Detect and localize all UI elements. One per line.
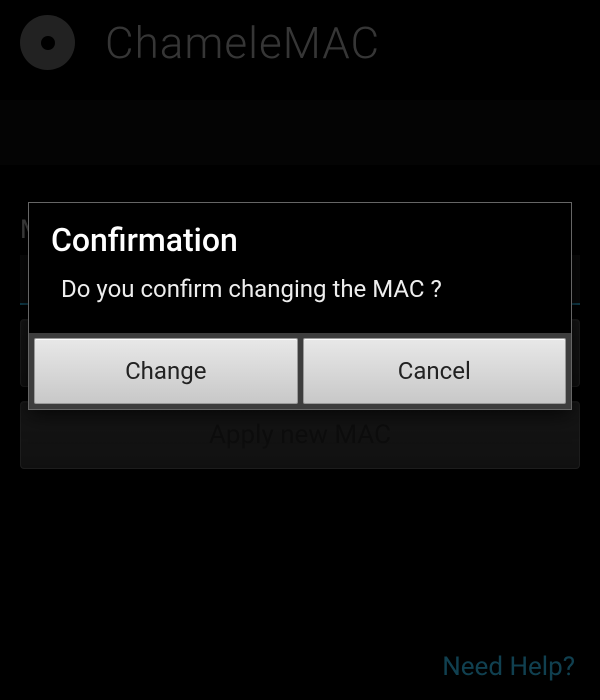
dialog-button-row: Change Cancel [29, 333, 571, 409]
dialog-title: Confirmation [29, 203, 571, 273]
cancel-button[interactable]: Cancel [303, 338, 567, 404]
confirmation-dialog: Confirmation Do you confirm changing the… [28, 202, 572, 410]
dialog-message: Do you confirm changing the MAC ? [29, 273, 571, 333]
change-button[interactable]: Change [34, 338, 298, 404]
